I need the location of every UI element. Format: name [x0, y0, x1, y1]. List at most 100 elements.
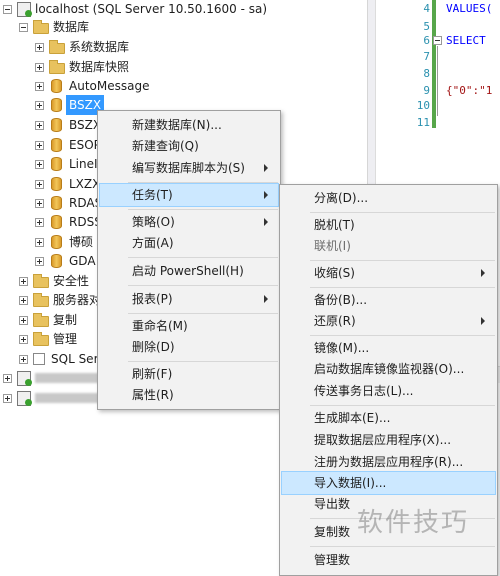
db-label: AutoMessage [69, 79, 150, 93]
menu-item-detach[interactable]: 分离(D)... [282, 187, 495, 209]
expand-icon[interactable] [35, 217, 44, 227]
menu-separator [128, 285, 278, 286]
line-number: 9 [423, 84, 430, 97]
menu-item-rename[interactable]: 重命名(M) [100, 315, 278, 337]
tree-node-db-selected[interactable]: BSZX [35, 95, 105, 115]
menu-item-policies[interactable]: 策略(O) [100, 211, 278, 233]
expand-icon[interactable] [35, 179, 44, 189]
tree-node-management[interactable]: 管理 [19, 329, 77, 349]
menu-separator [310, 335, 495, 336]
expand-icon[interactable] [35, 159, 44, 169]
expand-icon[interactable] [35, 140, 44, 150]
tree-node-db[interactable]: LXZX [35, 174, 100, 194]
tree-node-sql-agent[interactable]: SQL Serv [19, 349, 106, 369]
menu-item-import-data[interactable]: 导入数据(I)... [281, 471, 496, 495]
menu-item-shrink[interactable]: 收缩(S) [282, 262, 495, 284]
tree-node-db[interactable]: LineI [35, 154, 98, 174]
menu-item-generate-scripts[interactable]: 生成脚本(E)... [282, 407, 495, 429]
menu-item-label: 属性(R) [132, 388, 174, 402]
tree-node-db[interactable]: ESOP [35, 135, 101, 155]
tree-node-server-objects[interactable]: 服务器对 [19, 290, 101, 310]
menu-item-label: 脱机(T) [314, 218, 355, 232]
expand-icon[interactable] [35, 237, 44, 247]
code-line: {"0":"1 [446, 84, 493, 97]
menu-item-label: 启动数据库镜像监视器(O)... [314, 362, 465, 376]
menu-item-label: 新建查询(Q) [132, 139, 199, 153]
menu-separator [310, 546, 495, 547]
menu-item-backup[interactable]: 备份(B)... [282, 289, 495, 311]
expand-icon[interactable] [19, 276, 28, 286]
watermark: 软件技巧 [357, 508, 470, 538]
tree-node-db[interactable]: RDAS [35, 193, 102, 213]
tree-node-db[interactable]: RDSS [35, 212, 102, 232]
menu-item-label: 提取数据层应用程序(X)... [314, 433, 452, 447]
tree-node-db[interactable]: AutoMessage [35, 76, 149, 96]
menu-item-restore[interactable]: 还原(R) [282, 310, 495, 332]
menu-item-manage[interactable]: 管理数 [282, 549, 495, 571]
menu-item-reports[interactable]: 报表(P) [100, 288, 278, 310]
menu-separator [128, 361, 278, 362]
database-icon [51, 177, 62, 191]
menu-item-new-query[interactable]: 新建查询(Q) [100, 135, 278, 157]
menu-item-powershell[interactable]: 启动 PowerShell(H) [100, 260, 278, 282]
menu-item-facets[interactable]: 方面(A) [100, 232, 278, 254]
menu-separator [310, 405, 495, 406]
expand-icon[interactable] [19, 354, 28, 364]
expand-icon[interactable] [35, 42, 44, 52]
menu-separator [128, 209, 278, 210]
menu-item-delete[interactable]: 删除(D) [100, 336, 278, 358]
menu-item-new-database[interactable]: 新建数据库(N)... [100, 114, 278, 136]
db-label: 博硕 [69, 235, 94, 249]
expand-icon[interactable] [3, 393, 12, 403]
menu-item-label: 策略(O) [132, 215, 175, 229]
collapse-icon[interactable] [3, 4, 12, 14]
menu-item-register-data-tier[interactable]: 注册为数据层应用程序(R)... [282, 451, 495, 473]
menu-item-label: 复制数 [314, 525, 351, 539]
tree-node-databases[interactable]: 数据库 [19, 17, 89, 37]
menu-item-properties[interactable]: 属性(R) [100, 384, 278, 406]
tree-node-db[interactable]: BSZX [35, 115, 101, 135]
tree-node-replication[interactable]: 复制 [19, 310, 77, 330]
expand-icon[interactable] [19, 315, 28, 325]
expand-icon[interactable] [19, 334, 28, 344]
menu-item-refresh[interactable]: 刷新(F) [100, 363, 278, 385]
folder-icon [49, 39, 65, 54]
server-icon [17, 1, 32, 17]
tree-node-db[interactable]: GDA [35, 251, 96, 271]
submenu-arrow-icon [264, 295, 268, 303]
expand-icon[interactable] [35, 198, 44, 208]
expand-icon[interactable] [35, 256, 44, 266]
menu-item-extract-data-tier[interactable]: 提取数据层应用程序(X)... [282, 429, 495, 451]
expand-icon[interactable] [19, 295, 28, 305]
expand-icon[interactable] [35, 81, 44, 91]
context-menu-database: 新建数据库(N)... 新建查询(Q) 编写数据库脚本为(S) 任务(T) 策略… [97, 110, 281, 410]
folder-icon [33, 292, 49, 307]
menu-item-mirror-monitor[interactable]: 启动数据库镜像监视器(O)... [282, 358, 495, 380]
expand-icon[interactable] [35, 100, 44, 110]
expand-icon[interactable] [35, 62, 44, 72]
tree-node-security[interactable]: 安全性 [19, 271, 89, 291]
menu-item-script-database[interactable]: 编写数据库脚本为(S) [100, 157, 278, 179]
tree-node-system-dbs[interactable]: 系统数据库 [35, 37, 129, 57]
expand-icon[interactable] [35, 120, 44, 130]
menu-item-label: 方面(A) [132, 236, 174, 250]
database-icon [51, 138, 62, 152]
collapse-icon[interactable] [19, 22, 28, 32]
database-icon [51, 196, 62, 210]
menu-item-mirror[interactable]: 镜像(M)... [282, 337, 495, 359]
menu-item-ship-logs[interactable]: 传送事务日志(L)... [282, 380, 495, 402]
menu-item-label: 联机(I) [314, 239, 351, 253]
menu-item-take-offline[interactable]: 脱机(T) [282, 214, 495, 236]
menu-separator [310, 212, 495, 213]
collapse-icon[interactable] [433, 36, 442, 45]
expand-icon[interactable] [3, 373, 12, 383]
menu-item-label: 备份(B)... [314, 293, 368, 307]
database-icon [51, 235, 62, 249]
code-line: VALUES( [446, 2, 493, 15]
menu-item-tasks[interactable]: 任务(T) [99, 183, 279, 207]
menu-separator [128, 182, 278, 183]
tree-node-snapshots[interactable]: 数据库快照 [35, 57, 129, 77]
redacted-text [35, 393, 105, 403]
tree-node-db[interactable]: 博硕 [35, 232, 93, 252]
folder-icon [33, 331, 49, 346]
